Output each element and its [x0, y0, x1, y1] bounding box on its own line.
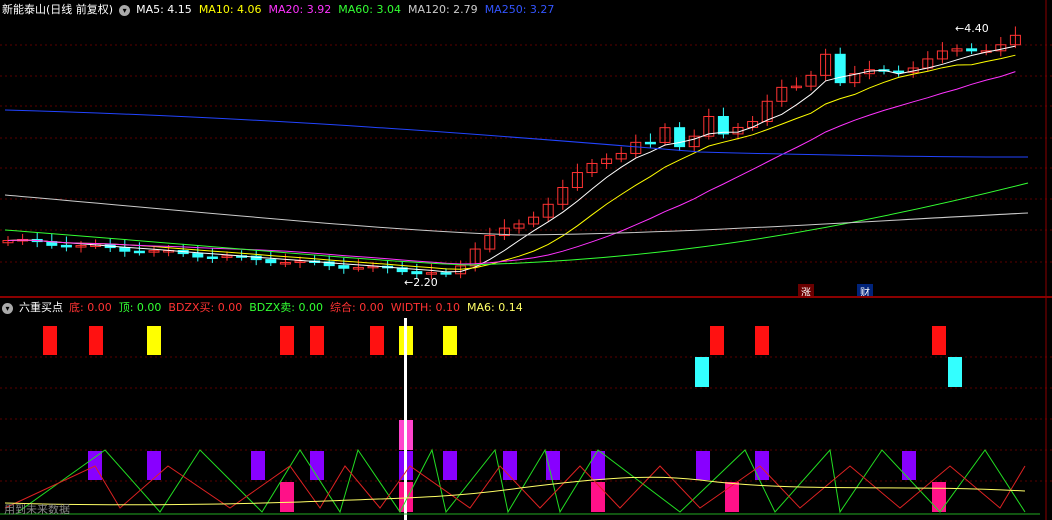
price-chart-panel[interactable]: 新能泰山(日线 前复权) ▾ MA5: 4.15 MA10: 4.06 MA20: …: [0, 0, 1052, 299]
candle-body: [717, 116, 729, 135]
ma-indicator-5: MA250: 3.27: [484, 3, 555, 16]
ma-indicator-1: MA10: 4.06: [198, 3, 262, 16]
ma-indicator-list: MA5: 4.15 MA10: 4.06 MA20: 3.92 MA60: 3.04 M…: [136, 0, 554, 20]
candle-body: [192, 253, 204, 258]
indicator-title: 六重买点: [19, 301, 63, 314]
price-chart-header: 新能泰山(日线 前复权) ▾ MA5: 4.15 MA10: 4.06 MA20: …: [0, 0, 554, 20]
candle-body: [265, 259, 277, 264]
purple-signal-bar: [546, 451, 560, 480]
candle-body: [440, 272, 452, 275]
candle-body: [206, 256, 218, 259]
cyan-signal-bar: [948, 357, 962, 387]
purple-signal-bar: [503, 451, 517, 480]
red-signal-bar: [710, 326, 724, 355]
cursor-line: [404, 318, 407, 520]
signal-indicator-5: WIDTH: 0.10: [390, 301, 460, 314]
signal-indicator-3: BDZX卖: 0.00: [249, 301, 323, 314]
ma-indicator-3: MA60: 3.04: [338, 3, 401, 16]
low-price-value: 2.20: [413, 276, 438, 289]
signal-indicator-0: 底: 0.00: [69, 301, 112, 314]
purple-signal-bar: [902, 451, 916, 480]
high-price-value: 4.40: [964, 22, 989, 35]
candle-body: [60, 244, 72, 248]
chevron-down-icon[interactable]: ▾: [2, 302, 13, 314]
yellow-signal-bar: [147, 326, 161, 355]
candle-body: [133, 250, 145, 254]
stock-title: 新能泰山(日线 前复权): [2, 3, 114, 16]
purple-signal-bar: [147, 451, 161, 480]
red-signal-bar: [43, 326, 57, 355]
purple-signal-bar: [251, 451, 265, 480]
candle-body: [966, 48, 978, 52]
chevron-down-icon[interactable]: ▾: [119, 4, 131, 16]
signal-indicator-6: MA6: 0.14: [466, 301, 523, 314]
red-signal-bar: [280, 326, 294, 355]
ma10-line: [7, 54, 1016, 270]
ma120-line: [4, 194, 1029, 236]
arrow-icon: ←: [404, 276, 414, 289]
ma250-line: [4, 109, 1029, 158]
red-signal-bar: [932, 326, 946, 355]
pink-signal-bar: [932, 482, 946, 512]
candle-body: [674, 127, 686, 148]
candle-body: [893, 70, 905, 74]
candle-body: [119, 247, 131, 252]
pink-signal-bar: [725, 482, 739, 512]
low-price-label: ←2.20: [404, 276, 438, 289]
purple-signal-bar: [696, 451, 710, 480]
ma-indicator-4: MA120: 2.79: [407, 3, 478, 16]
red-signal-bar: [370, 326, 384, 355]
future-data-note: 用到未来数据: [4, 503, 70, 516]
cyan-signal-bar: [695, 357, 709, 387]
signal-indicator-2: BDZX买: 0.00: [168, 301, 243, 314]
red-signal-bar: [310, 326, 324, 355]
yellow-signal-bar: [443, 326, 457, 355]
purple-signal-bar: [443, 451, 457, 480]
signal-indicator-4: 综合: 0.00: [330, 301, 384, 314]
red-signal-bar: [755, 326, 769, 355]
signal-indicator-1: 顶: 0.00: [118, 301, 162, 314]
price-chart-svg[interactable]: [0, 0, 1052, 296]
candle-body: [411, 271, 423, 275]
candle-body: [644, 141, 656, 145]
indicator-header: ▾ 六重买点 底: 0.00 顶: 0.00 BDZX买: 0.00 BDZX卖: 0…: [0, 298, 523, 318]
pink-signal-bar: [591, 482, 605, 512]
ma5-line: [7, 45, 1016, 273]
indicator-chart-svg[interactable]: [0, 298, 1052, 520]
indicator-panel[interactable]: ▾ 六重买点 底: 0.00 顶: 0.00 BDZX买: 0.00 BDZX卖: 0…: [0, 298, 1052, 520]
red-signal-bar: [89, 326, 103, 355]
ma-indicator-0: MA5: 4.15: [136, 3, 192, 16]
high-price-label: ←4.40: [955, 22, 989, 35]
candle-body: [338, 265, 350, 269]
arrow-icon: ←: [955, 22, 965, 35]
ma-indicator-2: MA20: 3.92: [268, 3, 332, 16]
purple-signal-bar: [591, 451, 605, 480]
pink-signal-bar: [280, 482, 294, 512]
signal-indicator-list: 底: 0.00 顶: 0.00 BDZX买: 0.00 BDZX卖: 0.00 综合: …: [69, 298, 523, 318]
